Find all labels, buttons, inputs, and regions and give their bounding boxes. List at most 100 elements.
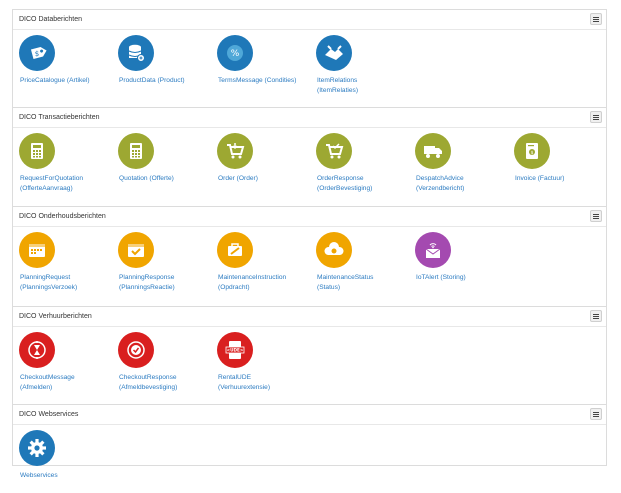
message-link[interactable]: PriceCatalogue (Artikel) (20, 76, 115, 86)
message-link-line1[interactable]: MaintenanceStatus (317, 273, 412, 283)
message-link[interactable]: Invoice (Factuur) (515, 174, 610, 184)
message-link-line1[interactable]: PriceCatalogue (Artikel) (20, 76, 115, 86)
cloud-status-icon[interactable] (316, 232, 352, 268)
message-link-line1[interactable]: RentalUDE (218, 373, 313, 383)
section-menu-button[interactable] (590, 408, 602, 420)
message-link-line2[interactable]: (Verhuurextensie) (218, 383, 313, 393)
message-link[interactable]: CheckoutResponse (Afmeldbevestiging) (119, 373, 214, 392)
calendar-icon[interactable] (19, 232, 55, 268)
message-link-line1[interactable]: DespatchAdvice (416, 174, 511, 184)
message-link-line2[interactable]: (PlanningsVerzoek) (20, 283, 115, 293)
message-link[interactable]: RentalUDE (Verhuurextensie) (218, 373, 313, 392)
message-link-line2[interactable]: (Verzendbericht) (416, 184, 511, 194)
handshake-icon[interactable] (316, 35, 352, 71)
calculator-icon (130, 143, 142, 159)
message-link-line1[interactable]: ProductData (Product) (119, 76, 214, 86)
message-link-line1[interactable]: Quotation (Offerte) (119, 174, 214, 184)
calculator-icon (31, 143, 43, 159)
truck-icon (424, 146, 442, 158)
invoice-icon[interactable]: $ (514, 133, 550, 169)
dico-message-overview: DICO Databerichten $ PriceCatalogue (Artik… (12, 9, 607, 479)
price-tag-icon: $ (30, 46, 47, 60)
section-title: DICO Databerichten (13, 10, 606, 30)
message-link[interactable]: ProductData (Product) (119, 76, 214, 86)
tools-icon (228, 243, 242, 256)
message-link[interactable]: Order (Order) (218, 174, 313, 184)
calendar-icon (29, 244, 45, 257)
section-menu-button[interactable] (590, 111, 602, 123)
message-link-line2[interactable]: (ItemRelaties) (317, 86, 412, 96)
calculator-icon[interactable] (19, 133, 55, 169)
message-link[interactable]: Quotation (Offerte) (119, 174, 214, 184)
message-link-line1[interactable]: Invoice (Factuur) (515, 174, 610, 184)
section-menu-button[interactable] (590, 310, 602, 322)
database-icon (128, 44, 145, 62)
cart-icon[interactable] (217, 133, 253, 169)
message-link[interactable]: RequestForQuotation (OfferteAanvraag) (20, 174, 115, 193)
message-link-line1[interactable]: ItemRelations (317, 76, 412, 86)
message-link-line1[interactable]: PlanningRequest (20, 273, 115, 283)
message-link[interactable]: PlanningRequest (PlanningsVerzoek) (20, 273, 115, 292)
message-link-line1[interactable]: Webservices (20, 471, 115, 481)
message-link[interactable]: ItemRelations (ItemRelaties) (317, 76, 412, 95)
message-link-line1[interactable]: Order (Order) (218, 174, 313, 184)
section-title: DICO Onderhoudsberichten (13, 207, 606, 227)
gear-icon (28, 439, 46, 457)
message-link-line1[interactable]: MaintenanceInstruction (218, 273, 313, 283)
invoice-icon: $ (526, 143, 538, 159)
handshake-icon (325, 45, 343, 60)
check-circle-icon (127, 341, 145, 359)
message-link-line1[interactable]: OrderResponse (317, 174, 412, 184)
svg-text:<UDE>: <UDE> (227, 348, 244, 353)
message-link-line1[interactable]: PlanningResponse (119, 273, 214, 283)
message-link[interactable]: DespatchAdvice (Verzendbericht) (416, 174, 511, 193)
hourglass-icon[interactable] (19, 332, 55, 368)
message-link-line2[interactable]: (PlanningsReactie) (119, 283, 214, 293)
message-link[interactable]: MaintenanceInstruction (Opdracht) (218, 273, 313, 292)
message-link-line2[interactable]: (OrderBevestiging) (317, 184, 412, 194)
message-link-line2[interactable]: (Afmelden) (20, 383, 115, 393)
iot-mail-icon[interactable] (415, 232, 451, 268)
message-link-line1[interactable]: TermsMessage (Condities) (218, 76, 313, 86)
section-title: DICO Webservices (13, 405, 606, 425)
calculator-icon[interactable] (118, 133, 154, 169)
tools-icon[interactable] (217, 232, 253, 268)
message-link[interactable]: Webservices (20, 471, 115, 481)
svg-text:$: $ (531, 150, 534, 156)
section-panel: DICO Databerichten $ PriceCatalogue (Artik… (12, 9, 607, 108)
message-link-line1[interactable]: CheckoutMessage (20, 373, 115, 383)
cart-check-icon (326, 143, 344, 159)
ude-file-icon: <UDE> (225, 341, 245, 359)
percent-badge-icon[interactable]: % (217, 35, 253, 71)
message-link-line2[interactable]: (Afmeldbevestiging) (119, 383, 214, 393)
database-icon[interactable] (118, 35, 154, 71)
truck-icon[interactable] (415, 133, 451, 169)
section-panel: DICO Transactieberichten RequestForQuotat… (12, 108, 607, 207)
section-title: DICO Verhuurberichten (13, 307, 606, 327)
section-menu-button[interactable] (590, 210, 602, 222)
message-link[interactable]: IoTAlert (Storing) (416, 273, 511, 283)
check-circle-icon[interactable] (118, 332, 154, 368)
message-link-line2[interactable]: (Status) (317, 283, 412, 293)
cart-check-icon[interactable] (316, 133, 352, 169)
svg-text:%: % (231, 49, 240, 59)
message-link-line1[interactable]: RequestForQuotation (20, 174, 115, 184)
message-link-line1[interactable]: CheckoutResponse (119, 373, 214, 383)
calendar-check-icon (128, 244, 144, 257)
message-link[interactable]: CheckoutMessage (Afmelden) (20, 373, 115, 392)
message-link[interactable]: MaintenanceStatus (Status) (317, 273, 412, 292)
message-link-line1[interactable]: IoTAlert (Storing) (416, 273, 511, 283)
section-menu-button[interactable] (590, 13, 602, 25)
message-link[interactable]: OrderResponse (OrderBevestiging) (317, 174, 412, 193)
section-panel: DICO Onderhoudsberichten PlanningRequest(… (12, 207, 607, 307)
message-link-line2[interactable]: (OfferteAanvraag) (20, 184, 115, 194)
message-link[interactable]: TermsMessage (Condities) (218, 76, 313, 86)
cloud-status-icon (324, 242, 344, 255)
price-tag-icon[interactable]: $ (19, 35, 55, 71)
gear-icon[interactable] (19, 430, 55, 466)
message-link-line2[interactable]: (Opdracht) (218, 283, 313, 293)
message-link[interactable]: PlanningResponse (PlanningsReactie) (119, 273, 214, 292)
calendar-check-icon[interactable] (118, 232, 154, 268)
section-title: DICO Transactieberichten (13, 108, 606, 128)
ude-file-icon[interactable]: <UDE> (217, 332, 253, 368)
